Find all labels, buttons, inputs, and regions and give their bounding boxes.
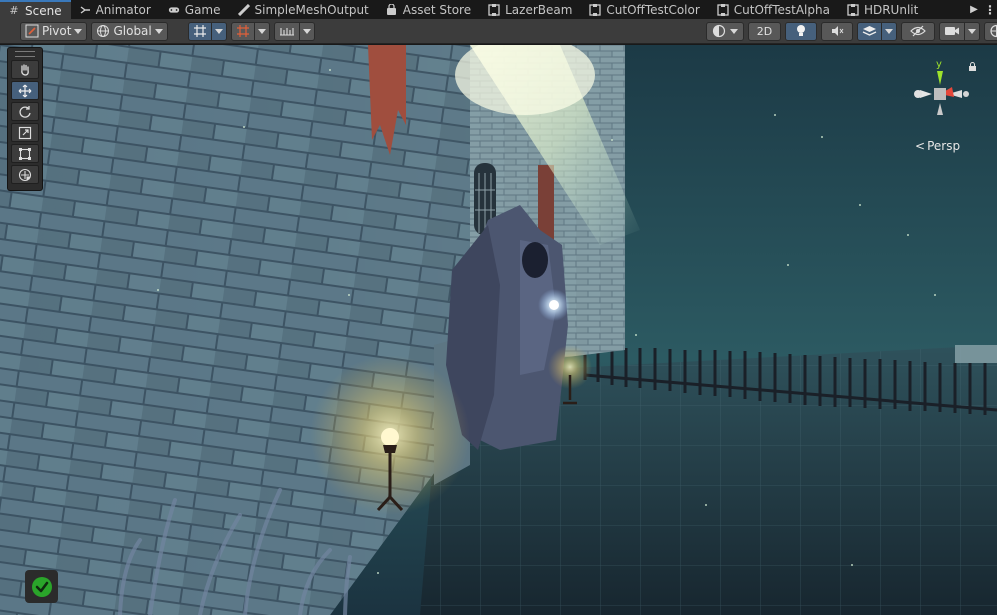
- tab-cutofftestalpha[interactable]: CutOffTestAlpha: [709, 0, 839, 19]
- tab-overflow-arrow-icon[interactable]: ▶: [965, 0, 983, 19]
- overlay-drag-handle[interactable]: [15, 51, 35, 57]
- move-arrows-icon: [18, 84, 32, 97]
- grid-hash-icon: #: [9, 4, 19, 17]
- transform-all-icon: [18, 168, 32, 181]
- snap-toggle[interactable]: [230, 21, 255, 41]
- pivot-icon: [25, 24, 39, 38]
- global-label: Global: [113, 24, 152, 38]
- tab-label: Asset Store: [402, 2, 472, 17]
- animator-icon: [79, 4, 91, 16]
- gizmo-sphere-icon: [990, 24, 997, 38]
- chevron-down-icon: [257, 28, 266, 34]
- tools-overlay: [7, 47, 43, 191]
- chevron-down-icon: [154, 28, 163, 34]
- tab-label: CutOffTestColor: [606, 2, 700, 17]
- chevron-down-icon: [729, 28, 738, 34]
- chevron-down-icon: [968, 28, 977, 34]
- scene-lighting-toggle[interactable]: [785, 21, 818, 41]
- tab-lazerbeam[interactable]: LazerBeam: [480, 0, 581, 19]
- camera-settings-dropdown[interactable]: [965, 21, 981, 41]
- tab-scene[interactable]: # Scene: [0, 0, 71, 19]
- graph-icon: [589, 3, 602, 16]
- scale-tool-button[interactable]: [11, 123, 39, 142]
- snap-grid-icon: [236, 25, 249, 37]
- lock-icon[interactable]: [968, 60, 977, 71]
- speaker-muted-icon: [832, 26, 844, 36]
- snap-options-dropdown[interactable]: [254, 21, 270, 41]
- bag-icon: [386, 3, 398, 16]
- camera-settings-button[interactable]: [939, 21, 966, 41]
- graph-icon: [717, 3, 729, 16]
- pivot-label: Pivot: [42, 24, 72, 38]
- lightbulb-icon: [797, 25, 806, 36]
- status-check-badge[interactable]: [25, 570, 58, 603]
- tab-hdrunlit[interactable]: HDRUnlit: [839, 0, 927, 19]
- grid-options-dropdown[interactable]: [211, 21, 227, 41]
- tab-label: SimpleMeshOutput: [254, 2, 369, 17]
- projection-label: Persp: [927, 139, 961, 153]
- move-tool-button[interactable]: [11, 81, 39, 100]
- graph-icon: [488, 3, 500, 16]
- chevron-left-icon: <: [915, 139, 926, 153]
- vfx-icon: [237, 3, 250, 16]
- globe-icon: [97, 25, 110, 37]
- scene-viewport[interactable]: y < Persp: [0, 45, 997, 615]
- tab-label: Game: [184, 2, 221, 17]
- projection-toggle[interactable]: < Persp: [915, 139, 960, 153]
- tab-label: CutOffTestAlpha: [733, 2, 830, 17]
- scene-audio-toggle[interactable]: [821, 21, 854, 41]
- shaded-sphere-icon: [712, 24, 725, 38]
- global-dropdown[interactable]: Global: [91, 21, 168, 41]
- svg-text:y: y: [936, 59, 942, 70]
- grid-visibility-toggle[interactable]: [187, 21, 212, 41]
- tab-animator[interactable]: Animator: [71, 0, 160, 19]
- hand-icon: [21, 63, 29, 76]
- tab-label: Animator: [95, 2, 151, 17]
- chevron-down-icon: [302, 28, 311, 34]
- tab-label: Scene: [25, 3, 62, 18]
- tab-cutofftestcolor[interactable]: CutOffTestColor: [581, 0, 708, 19]
- scene-render: [0, 45, 997, 615]
- tab-asset-store[interactable]: Asset Store: [378, 0, 480, 19]
- scale-icon: [18, 126, 32, 139]
- increment-snap-dropdown[interactable]: [299, 21, 315, 41]
- rotate-icon: [19, 105, 31, 118]
- scene-effects-dropdown[interactable]: [882, 21, 898, 41]
- eye-hidden-icon: [910, 25, 927, 37]
- chevron-down-icon: [885, 28, 894, 34]
- draw-mode-dropdown[interactable]: [705, 21, 744, 41]
- increment-snap-button[interactable]: [273, 21, 300, 41]
- scene-effects-toggle[interactable]: [857, 21, 883, 41]
- pivot-dropdown[interactable]: Pivot: [20, 21, 88, 41]
- gizmos-toggle[interactable]: [984, 21, 997, 41]
- graph-icon: [847, 3, 859, 16]
- video-camera-icon: [945, 27, 960, 35]
- gamepad-icon: [168, 4, 180, 16]
- rect-transform-icon: [19, 147, 31, 160]
- chevron-down-icon: [74, 28, 83, 34]
- view-tool-button[interactable]: [11, 60, 39, 79]
- checkmark-icon: [31, 576, 52, 597]
- editor-tab-bar: # Scene Animator Game SimpleMeshOutput A…: [0, 0, 997, 19]
- tab-label: HDRUnlit: [863, 2, 919, 17]
- scene-toolbar: Pivot Global 2D: [0, 19, 997, 44]
- ruler-icon: [279, 28, 294, 36]
- chevron-down-icon: [214, 28, 223, 34]
- tab-game[interactable]: Game: [160, 0, 230, 19]
- rect-tool-button[interactable]: [11, 144, 39, 163]
- rotate-tool-button[interactable]: [11, 102, 39, 121]
- transform-tool-button[interactable]: [11, 165, 39, 184]
- 2d-mode-toggle[interactable]: 2D: [747, 21, 782, 41]
- grid-icon: [193, 25, 206, 37]
- layers-effects-icon: [862, 26, 877, 36]
- tab-label: LazerBeam: [505, 2, 573, 17]
- 2d-label: 2D: [756, 24, 773, 38]
- tab-simplemeshoutput[interactable]: SimpleMeshOutput: [230, 0, 378, 19]
- scene-visibility-toggle[interactable]: [901, 21, 936, 41]
- kebab-menu-icon[interactable]: ⋮: [983, 0, 997, 19]
